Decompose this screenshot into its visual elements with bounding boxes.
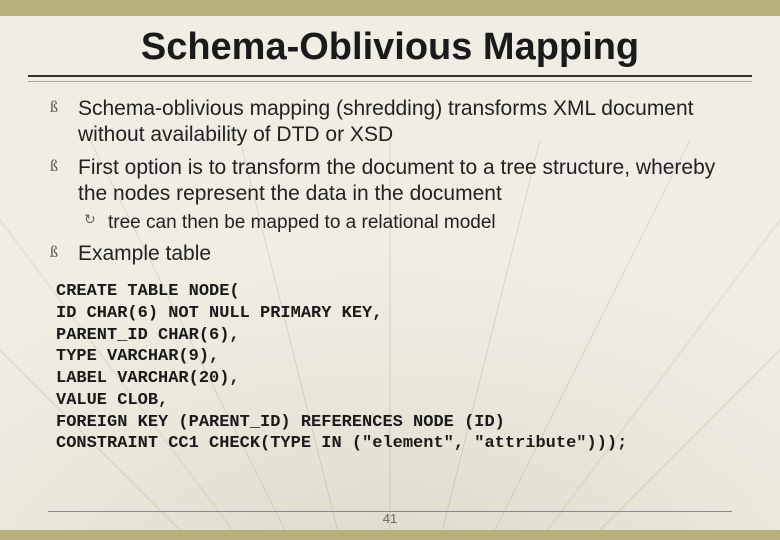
bullet-text: Example table	[78, 242, 211, 265]
title-underline	[28, 75, 752, 77]
top-accent-bar	[0, 0, 780, 16]
bullet-item: Schema-oblivious mapping (shredding) tra…	[48, 96, 732, 149]
page-number: 41	[0, 511, 780, 526]
bullet-text: Schema-oblivious mapping (shredding) tra…	[78, 97, 694, 146]
bullet-text: First option is to transform the documen…	[78, 156, 715, 205]
sub-bullet-list: tree can then be mapped to a relational …	[78, 211, 732, 235]
sub-bullet-item: tree can then be mapped to a relational …	[78, 211, 732, 235]
title-underline-thin	[28, 81, 752, 82]
sub-bullet-text: tree can then be mapped to a relational …	[108, 212, 496, 233]
bullet-list: Schema-oblivious mapping (shredding) tra…	[48, 96, 732, 267]
sql-code-block: CREATE TABLE NODE( ID CHAR(6) NOT NULL P…	[56, 281, 732, 455]
bullet-item: Example table	[48, 241, 732, 267]
bullet-item: First option is to transform the documen…	[48, 155, 732, 235]
slide-content: Schema-Oblivious Mapping Schema-obliviou…	[0, 0, 780, 455]
bottom-accent-bar	[0, 530, 780, 540]
slide-title: Schema-Oblivious Mapping	[48, 26, 732, 69]
